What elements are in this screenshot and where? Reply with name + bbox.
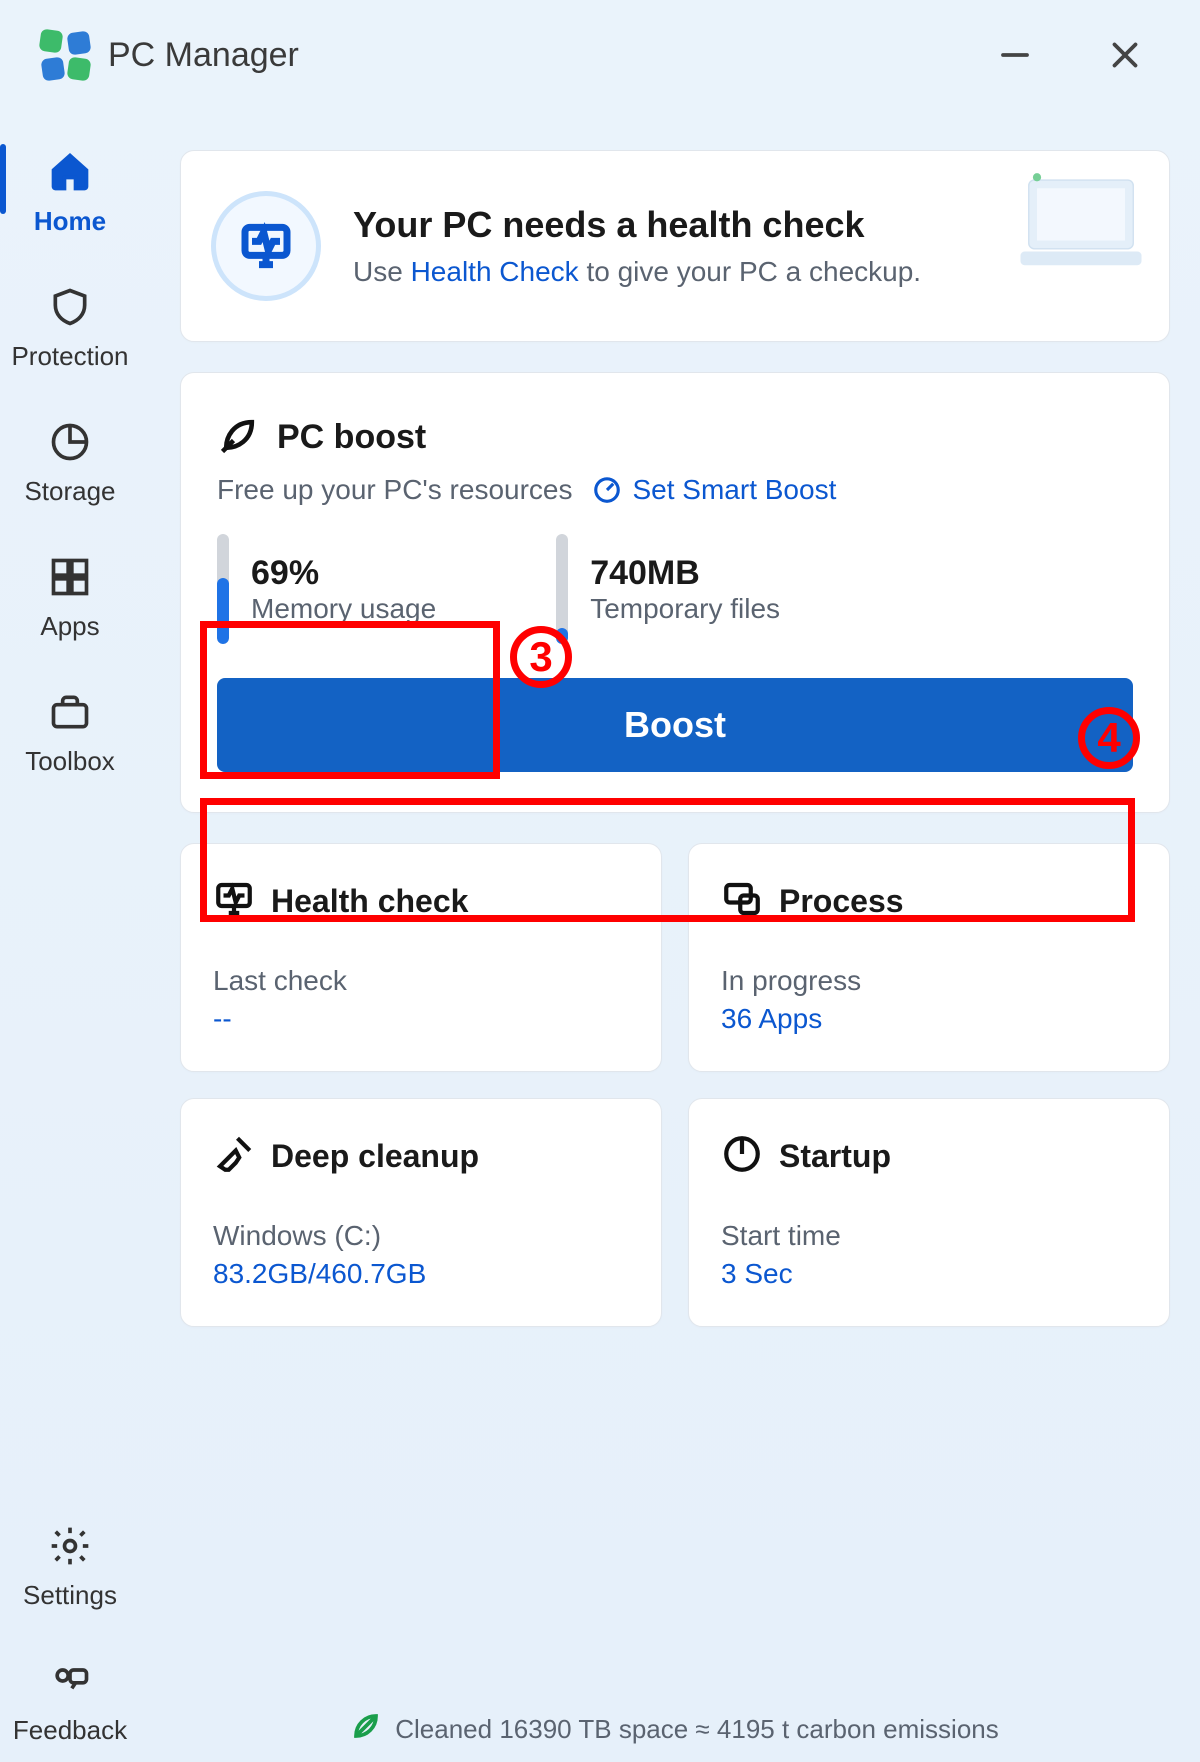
minimize-button[interactable] bbox=[990, 30, 1040, 80]
sidebar-item-label: Protection bbox=[11, 341, 128, 372]
sidebar-item-label: Feedback bbox=[13, 1715, 127, 1746]
health-banner[interactable]: Your PC needs a health check Use Health … bbox=[180, 150, 1170, 342]
footer: Cleaned 16390 TB space ≈ 4195 t carbon e… bbox=[180, 1711, 1170, 1748]
memory-usage-value: 69% bbox=[251, 554, 436, 593]
tile-sub1: Last check bbox=[213, 965, 629, 997]
sidebar-item-label: Apps bbox=[40, 611, 99, 642]
tile-process[interactable]: Process In progress 36 Apps bbox=[688, 843, 1170, 1072]
tile-sub2: -- bbox=[213, 1003, 629, 1035]
power-icon bbox=[721, 1133, 763, 1180]
health-check-icon bbox=[213, 878, 255, 925]
toolbox-icon bbox=[46, 688, 94, 736]
tile-sub1: In progress bbox=[721, 965, 1137, 997]
health-monitor-icon bbox=[211, 191, 321, 301]
sidebar-item-label: Toolbox bbox=[25, 746, 115, 777]
health-banner-subtitle: Use Health Check to give your PC a check… bbox=[353, 256, 921, 288]
tile-sub2: 83.2GB/460.7GB bbox=[213, 1258, 629, 1290]
sidebar-item-feedback[interactable]: Feedback bbox=[0, 1657, 140, 1746]
laptop-illustration-icon bbox=[1011, 169, 1151, 279]
sidebar-item-label: Settings bbox=[23, 1580, 117, 1611]
window-title: PC Manager bbox=[108, 36, 972, 75]
temp-files-bar bbox=[556, 534, 568, 644]
sidebar-item-label: Home bbox=[34, 206, 106, 237]
tile-sub1: Windows (C:) bbox=[213, 1220, 629, 1252]
sidebar: Home Protection Storage Apps Toolbox Set… bbox=[0, 130, 140, 1762]
temp-files-value: 740MB bbox=[590, 554, 780, 593]
gauge-icon bbox=[592, 475, 622, 505]
sidebar-item-settings[interactable]: Settings bbox=[0, 1522, 140, 1611]
sidebar-item-apps[interactable]: Apps bbox=[0, 553, 140, 642]
pc-boost-title: PC boost bbox=[277, 418, 426, 457]
sidebar-item-toolbox[interactable]: Toolbox bbox=[0, 688, 140, 777]
sidebar-item-home[interactable]: Home bbox=[0, 148, 140, 237]
temp-files-label: Temporary files bbox=[590, 593, 780, 625]
pc-boost-card: PC boost Free up your PC's resources Set… bbox=[180, 372, 1170, 813]
titlebar: PC Manager bbox=[0, 0, 1200, 100]
health-banner-title: Your PC needs a health check bbox=[353, 204, 921, 246]
feedback-icon bbox=[46, 1657, 94, 1705]
sidebar-item-label: Storage bbox=[24, 476, 115, 507]
broom-icon bbox=[213, 1133, 255, 1180]
home-icon bbox=[46, 148, 94, 196]
rocket-icon bbox=[217, 413, 261, 462]
tile-sub2: 3 Sec bbox=[721, 1258, 1137, 1290]
pie-chart-icon bbox=[46, 418, 94, 466]
main-content: Your PC needs a health check Use Health … bbox=[180, 150, 1170, 1702]
memory-usage-metric: 69% Memory usage bbox=[217, 534, 436, 644]
sidebar-item-protection[interactable]: Protection bbox=[0, 283, 140, 372]
close-button[interactable] bbox=[1100, 30, 1150, 80]
leaf-icon bbox=[351, 1711, 381, 1748]
memory-usage-label: Memory usage bbox=[251, 593, 436, 625]
tile-deep-cleanup[interactable]: Deep cleanup Windows (C:) 83.2GB/460.7GB bbox=[180, 1098, 662, 1327]
gear-icon bbox=[46, 1522, 94, 1570]
memory-usage-bar bbox=[217, 534, 229, 644]
set-smart-boost-link[interactable]: Set Smart Boost bbox=[592, 474, 836, 506]
sidebar-item-storage[interactable]: Storage bbox=[0, 418, 140, 507]
tile-startup[interactable]: Startup Start time 3 Sec bbox=[688, 1098, 1170, 1327]
tile-title: Health check bbox=[271, 883, 468, 920]
temp-files-metric: 740MB Temporary files bbox=[556, 534, 780, 644]
boost-button[interactable]: Boost bbox=[217, 678, 1133, 772]
tile-sub1: Start time bbox=[721, 1220, 1137, 1252]
process-icon bbox=[721, 878, 763, 925]
shield-icon bbox=[46, 283, 94, 331]
health-check-link[interactable]: Health Check bbox=[411, 256, 579, 287]
pc-boost-subtitle: Free up your PC's resources bbox=[217, 474, 572, 506]
app-logo-icon bbox=[40, 30, 90, 80]
apps-grid-icon bbox=[46, 553, 94, 601]
tile-sub2: 36 Apps bbox=[721, 1003, 1137, 1035]
tile-title: Startup bbox=[779, 1138, 891, 1175]
tile-health-check[interactable]: Health check Last check -- bbox=[180, 843, 662, 1072]
tile-title: Deep cleanup bbox=[271, 1138, 479, 1175]
footer-text: Cleaned 16390 TB space ≈ 4195 t carbon e… bbox=[395, 1714, 999, 1745]
tile-title: Process bbox=[779, 883, 904, 920]
